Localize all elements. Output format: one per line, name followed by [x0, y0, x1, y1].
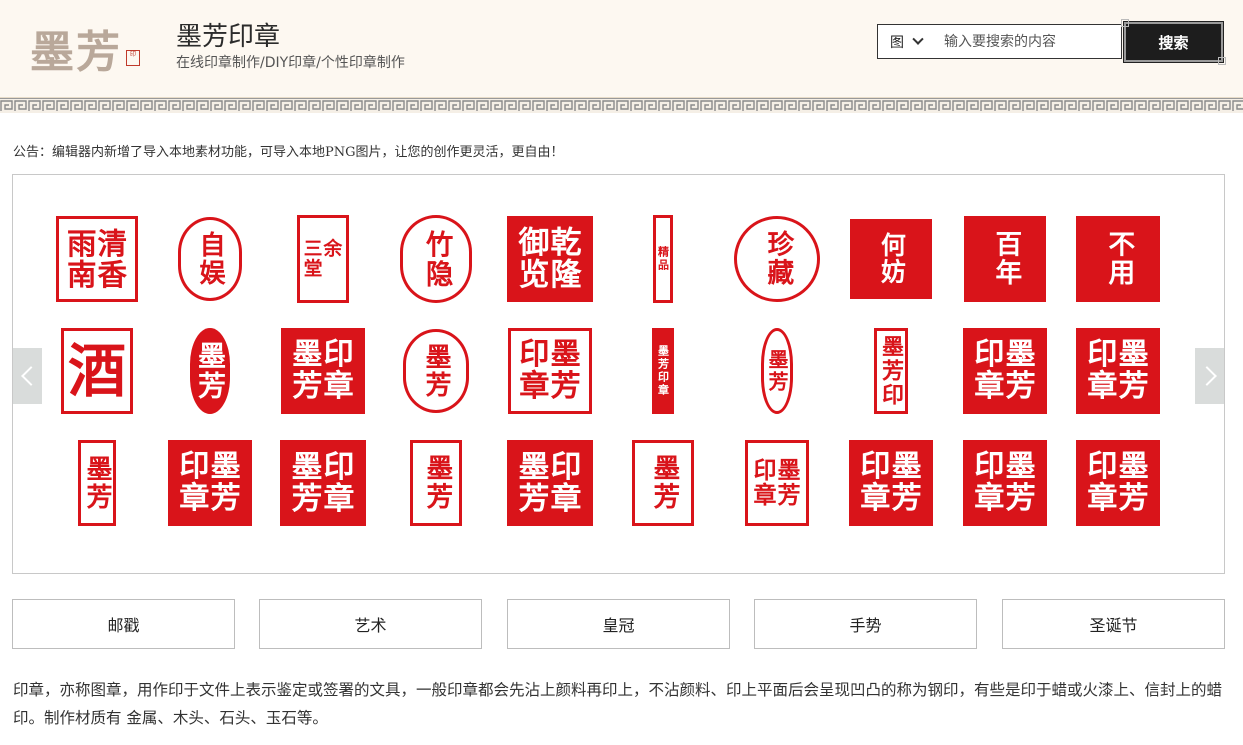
seal-item[interactable]: 墨芳	[632, 440, 694, 526]
category-postmark[interactable]: 邮戳	[12, 599, 235, 649]
seal-item[interactable]: 精品	[653, 215, 673, 303]
search-box: 图	[877, 24, 1122, 59]
site-header: 墨芳 印 墨芳印章 在线印章制作/DIY印章/个性印章制作 图 搜索	[0, 0, 1243, 98]
seal-item[interactable]: 印墨章芳	[168, 440, 252, 526]
seal-item[interactable]: 墨芳	[403, 329, 469, 413]
seal-gallery: 雨清南香自娱三余堂竹隐御乾览隆精品 珍藏 何妨 百年 不用酒墨芳墨印芳章墨芳印墨章芳墨芳…	[12, 174, 1225, 574]
seal-item[interactable]: 珍藏	[734, 216, 820, 302]
chevron-down-icon	[912, 33, 924, 45]
seal-item[interactable]: 墨芳印	[874, 328, 908, 414]
seal-item[interactable]: 印墨章芳	[963, 440, 1047, 526]
seal-item[interactable]: 百年	[964, 216, 1046, 302]
category-crown[interactable]: 皇冠	[507, 599, 730, 649]
site-logo[interactable]: 墨芳 印	[30, 14, 145, 78]
search-type-select[interactable]: 图	[878, 25, 936, 58]
seal-item[interactable]: 何妨	[850, 219, 932, 299]
category-gesture[interactable]: 手势	[754, 599, 977, 649]
seal-item[interactable]: 印墨章芳	[508, 328, 592, 414]
category-christmas[interactable]: 圣诞节	[1002, 599, 1225, 649]
decorative-border	[0, 98, 1243, 113]
seal-item[interactable]: 印墨章芳	[745, 440, 809, 526]
seal-item[interactable]: 三余堂	[297, 215, 349, 303]
logo-stamp: 印	[126, 50, 140, 66]
seal-item[interactable]: 墨印芳章	[280, 440, 366, 526]
seal-item[interactable]: 印墨章芳	[1076, 440, 1160, 526]
seal-item[interactable]: 御乾览隆	[507, 216, 593, 302]
seal-item[interactable]: 竹隐	[400, 215, 472, 303]
seal-item[interactable]: 墨印芳章	[281, 328, 365, 414]
seal-item[interactable]: 墨芳印章	[652, 328, 674, 414]
seal-item[interactable]: 墨芳	[190, 328, 230, 414]
logo-text: 墨芳	[30, 27, 122, 78]
seal-item[interactable]: 印墨章芳	[963, 328, 1047, 414]
seal-item[interactable]: 印墨章芳	[849, 440, 933, 526]
site-title[interactable]: 墨芳印章	[176, 16, 280, 53]
prev-arrow-icon[interactable]	[13, 348, 42, 404]
search-type-value: 图	[890, 34, 904, 51]
seal-item[interactable]: 墨印芳章	[507, 440, 593, 526]
description-text: 印章，亦称图章，用作印于文件上表示鉴定或签署的文具，一般印章都会先沾上颜料再印上…	[13, 681, 1223, 727]
next-arrow-icon[interactable]	[1195, 348, 1224, 404]
seal-item[interactable]: 自娱	[178, 217, 242, 301]
search-button[interactable]: 搜索	[1121, 19, 1226, 65]
seal-item[interactable]: 墨芳	[78, 440, 116, 526]
seal-item[interactable]: 印墨章芳	[1076, 328, 1160, 414]
seal-item[interactable]: 不用	[1076, 216, 1160, 302]
seal-item[interactable]: 墨芳	[761, 328, 793, 414]
seal-item[interactable]: 墨芳	[410, 440, 462, 526]
seal-item[interactable]: 雨清南香	[56, 216, 138, 302]
category-art[interactable]: 艺术	[259, 599, 482, 649]
seal-item[interactable]: 酒	[61, 328, 133, 414]
greek-key-pattern	[0, 99, 1243, 113]
announcement: 公告：编辑器内新增了导入本地素材功能，可导入本地PNG图片，让您的创作更灵活，更…	[13, 145, 564, 160]
site-subtitle: 在线印章制作/DIY印章/个性印章制作	[176, 55, 405, 71]
search-input[interactable]	[936, 25, 1121, 58]
